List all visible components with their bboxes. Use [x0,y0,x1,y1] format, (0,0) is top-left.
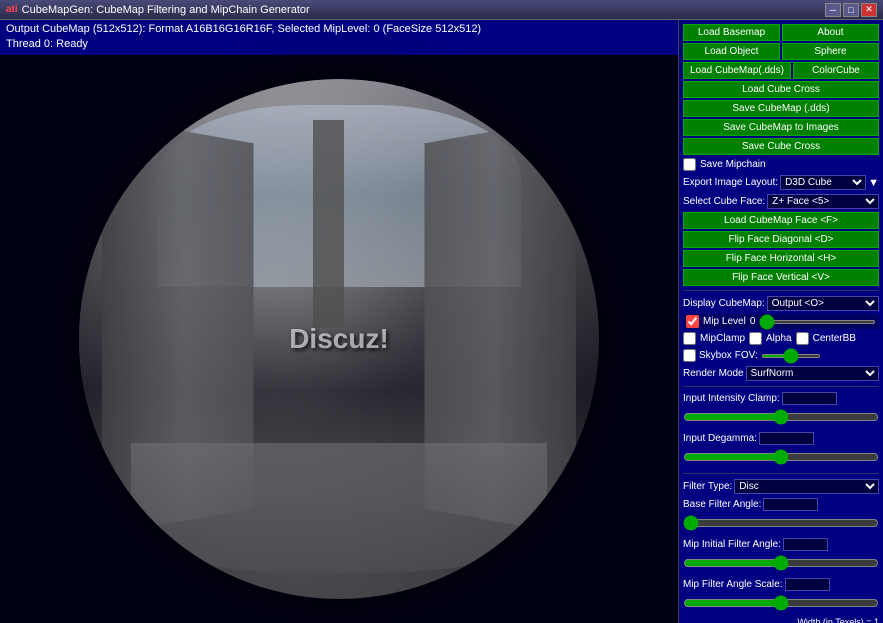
input-degamma-slider[interactable] [683,449,879,465]
mipclamp-alpha-centerbb-row: MipClamp Alpha CenterBB [683,332,879,345]
status-line-2: Thread 0: Ready [6,37,672,52]
export-layout-row: Export Image Layout: D3D Cube ▼ [683,175,879,190]
display-cubemap-select[interactable]: Output <O> [767,296,879,311]
width-texels-info: Width (in Texels) = 1 [683,617,879,623]
flip-face-vertical-button[interactable]: Flip Face Vertical <V> [683,269,879,286]
save-mipchain-checkbox[interactable] [683,158,696,171]
display-cubemap-row: Display CubeMap: Output <O> [683,296,879,311]
centerbb-label: CenterBB [813,333,856,344]
select-cube-face-label: Select Cube Face: [683,196,765,207]
render-mode-label: Render Mode [683,368,744,379]
input-intensity-field[interactable] [782,392,837,405]
filter-type-row: Filter Type: Disc [683,479,879,494]
mip-level-slider[interactable] [759,320,876,324]
input-intensity-slider[interactable] [683,409,879,425]
sphere-container: Discuz! [79,79,599,599]
main-container: Output CubeMap (512x512): Format A16B16G… [0,20,883,623]
status-bar: Output CubeMap (512x512): Format A16B16G… [0,20,678,55]
save-cubemap-images-button[interactable]: Save CubeMap to Images [683,119,879,136]
skybox-checkbox[interactable] [683,349,696,362]
row-load-cubemap-colorcube: Load CubeMap(.dds) ColorCube [683,62,879,79]
fov-label: FOV: [735,350,758,361]
skybox-fov-row: Skybox FOV: [683,349,879,362]
save-mipchain-row: Save Mipchain [683,158,879,171]
select-cube-face-row: Select Cube Face: Z+ Face <5> [683,194,879,209]
input-degamma-row: Input Degamma: [683,432,879,445]
base-filter-angle-field[interactable] [763,498,818,511]
divider-1 [683,290,879,291]
export-layout-select[interactable]: D3D Cube [780,175,866,190]
mip-initial-filter-slider[interactable] [683,555,879,571]
mip-level-slider-container [759,320,876,324]
minimize-button[interactable]: ─ [825,3,841,17]
mip-filter-scale-slider[interactable] [683,595,879,611]
fov-slider[interactable] [761,354,821,358]
load-cubemap-face-button[interactable]: Load CubeMap Face <F> [683,212,879,229]
app-title: CubeMapGen: CubeMap Filtering and MipCha… [22,4,310,16]
ground-area [131,443,547,573]
app-icon: ati [6,4,18,15]
sphere-display: Discuz! [79,79,599,599]
mipclamp-checkbox[interactable] [683,332,696,345]
load-cubemap-dds-button[interactable]: Load CubeMap(.dds) [683,62,791,79]
tower [313,120,344,328]
mip-filter-scale-row: Mip Filter Angle Scale: [683,578,879,591]
title-bar: ati CubeMapGen: CubeMap Filtering and Mi… [0,0,883,20]
title-bar-text: ati CubeMapGen: CubeMap Filtering and Mi… [6,4,310,16]
input-degamma-field[interactable] [759,432,814,445]
about-button[interactable]: About [782,24,879,41]
row-load-basemap-about: Load Basemap About [683,24,879,41]
load-object-button[interactable]: Load Object [683,43,780,60]
filter-type-select[interactable]: Disc [734,479,879,494]
input-degamma-label: Input Degamma: [683,433,757,444]
base-filter-angle-label: Base Filter Angle: [683,499,761,510]
save-cube-cross-button[interactable]: Save Cube Cross [683,138,879,155]
load-basemap-button[interactable]: Load Basemap [683,24,780,41]
close-button[interactable]: ✕ [861,3,877,17]
mip-initial-filter-row: Mip Initial Filter Angle: [683,538,879,551]
mip-level-label: Mip Level [703,316,746,327]
filter-type-label: Filter Type: [683,481,732,492]
display-cubemap-label: Display CubeMap: [683,298,765,309]
status-line-1: Output CubeMap (512x512): Format A16B16G… [6,22,672,37]
sphere-button[interactable]: Sphere [782,43,879,60]
select-cube-face-select[interactable]: Z+ Face <5> [767,194,879,209]
title-bar-controls: ─ □ ✕ [825,3,877,17]
centerbb-checkbox[interactable] [796,332,809,345]
alpha-checkbox[interactable] [749,332,762,345]
input-intensity-label: Input Intensity Clamp: [683,393,780,404]
save-mipchain-label: Save Mipchain [700,159,766,170]
sidebar: Load Basemap About Load Object Sphere Lo… [678,20,883,623]
divider-2 [683,386,879,387]
base-filter-angle-slider[interactable] [683,515,879,531]
skybox-label: Skybox [699,350,732,361]
input-intensity-row: Input Intensity Clamp: [683,392,879,405]
canvas-area[interactable]: Discuz! [0,55,678,623]
mip-level-checkbox[interactable] [686,315,699,328]
mip-filter-scale-label: Mip Filter Angle Scale: [683,579,783,590]
mipclamp-label: MipClamp [700,333,745,344]
mip-initial-filter-field[interactable] [783,538,828,551]
mip-level-value: 0 [750,316,756,327]
flip-face-diagonal-button[interactable]: Flip Face Diagonal <D> [683,231,879,248]
maximize-button[interactable]: □ [843,3,859,17]
save-cubemap-dds-button[interactable]: Save CubeMap (.dds) [683,100,879,117]
sphere-inner: Discuz! [79,79,599,599]
load-cube-cross-button[interactable]: Load Cube Cross [683,81,879,98]
row-load-object-sphere: Load Object Sphere [683,43,879,60]
export-layout-label: Export Image Layout: [683,177,778,188]
viewport: Output CubeMap (512x512): Format A16B16G… [0,20,678,623]
alpha-label: Alpha [766,333,792,344]
mip-initial-filter-label: Mip Initial Filter Angle: [683,539,781,550]
mip-filter-scale-field[interactable] [785,578,830,591]
render-mode-row: Render Mode SurfNorm [683,366,879,381]
export-layout-arrow: ▼ [868,177,879,189]
mip-level-row: Mip Level 0 [683,314,879,329]
render-mode-select[interactable]: SurfNorm [746,366,879,381]
flip-face-horizontal-button[interactable]: Flip Face Horizontal <H> [683,250,879,267]
color-cube-button[interactable]: ColorCube [793,62,879,79]
base-filter-angle-row: Base Filter Angle: [683,498,879,511]
divider-3 [683,473,879,474]
